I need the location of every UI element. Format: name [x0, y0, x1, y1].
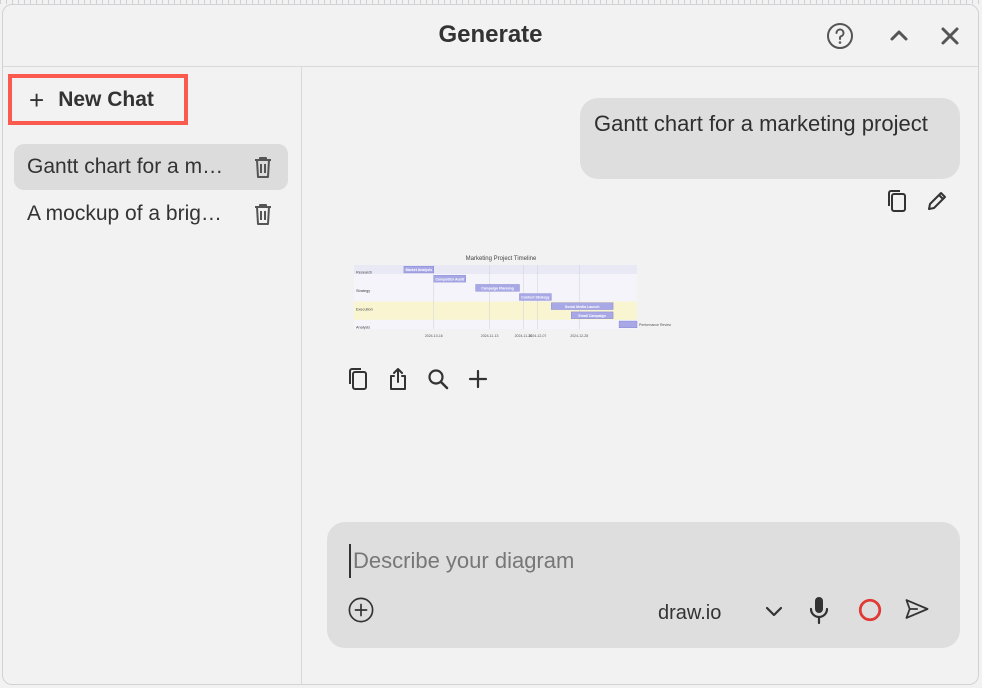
prompt-composer: draw.io	[327, 522, 960, 648]
trash-icon[interactable]	[252, 202, 274, 231]
task-label: Content Strategy	[521, 296, 549, 300]
new-chat-button[interactable]: + New Chat	[8, 74, 188, 125]
chart-title: Marketing Project Timeline	[466, 256, 537, 262]
section-label: Research	[356, 271, 372, 275]
section-label: Execution	[356, 307, 373, 311]
user-message-bubble: Gantt chart for a marketing project	[580, 98, 960, 179]
new-chat-label: New Chat	[58, 87, 154, 111]
message-actions	[884, 188, 950, 214]
history-item[interactable]: Gantt chart for a m…	[14, 144, 288, 190]
record-icon[interactable]	[857, 597, 883, 623]
copy-icon[interactable]	[884, 188, 910, 214]
share-icon[interactable]	[385, 366, 411, 392]
chevron-up-icon[interactable]	[883, 20, 915, 52]
send-icon[interactable]	[904, 596, 930, 622]
task-bar	[618, 320, 638, 329]
engine-select[interactable]: draw.io	[658, 602, 721, 625]
plus-icon: +	[29, 84, 45, 115]
history-item[interactable]: A mockup of a brig…	[14, 191, 288, 237]
generate-dialog: Generate + New Chat Gantt chart for a m……	[2, 4, 979, 685]
task-label: Performance Review	[639, 323, 671, 327]
chat-history-sidebar: + New Chat Gantt chart for a m… A mockup…	[3, 67, 302, 684]
attach-plus-icon[interactable]	[348, 597, 374, 623]
history-item-label: A mockup of a brig…	[27, 202, 222, 225]
result-actions	[345, 366, 491, 392]
microphone-icon[interactable]	[806, 597, 832, 625]
x-tick-label: 2024-12-28	[570, 334, 588, 338]
x-tick-label: 2024-12-07	[528, 334, 546, 338]
title-bar: Generate	[3, 5, 978, 67]
copy-icon[interactable]	[345, 366, 371, 392]
conversation-panel: Gantt chart for a marketing project Mark…	[302, 67, 978, 684]
task-label: Social Media Launch	[565, 305, 600, 309]
gantt-band	[354, 319, 637, 329]
task-label: Market Analysis	[406, 268, 433, 272]
gantt-band	[354, 265, 637, 275]
x-tick-label: 2024-10-16	[425, 334, 443, 338]
zoom-icon[interactable]	[425, 366, 451, 392]
x-tick-label: 2024-11-13	[481, 334, 499, 338]
prompt-input[interactable]	[349, 544, 935, 578]
chevron-down-icon[interactable]	[761, 598, 787, 624]
task-label: Campaign Planning	[481, 287, 514, 291]
close-icon[interactable]	[934, 20, 966, 52]
trash-icon[interactable]	[252, 155, 274, 184]
section-label: Analysis	[356, 326, 370, 330]
gantt-band	[354, 292, 637, 302]
gantt-band	[354, 274, 637, 284]
section-label: Strategy	[356, 289, 370, 293]
history-item-label: Gantt chart for a m…	[27, 155, 224, 178]
task-label: Email Campaign	[579, 314, 606, 318]
help-icon[interactable]	[824, 20, 856, 52]
edit-pencil-icon[interactable]	[924, 188, 950, 214]
gantt-chart-preview[interactable]: Marketing Project Timeline 2024-10-16 202…	[351, 251, 671, 341]
insert-plus-icon[interactable]	[465, 366, 491, 392]
task-label: Competitor Audit	[436, 277, 465, 281]
